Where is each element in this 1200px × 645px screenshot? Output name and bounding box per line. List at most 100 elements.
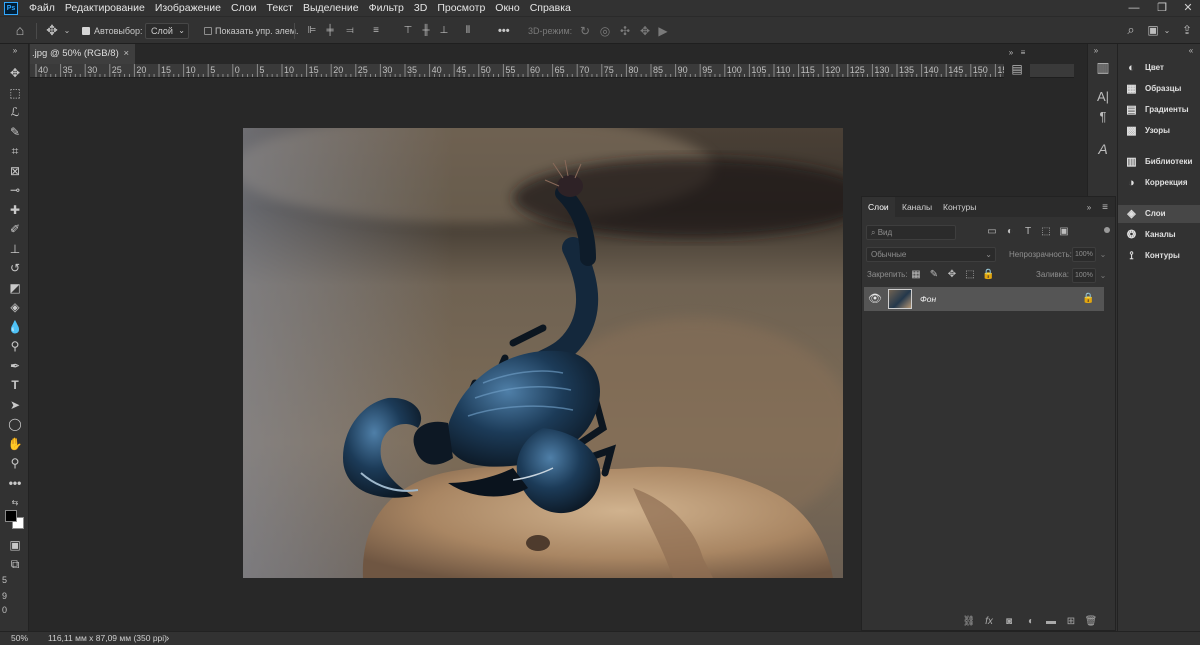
zoom-level[interactable]: 50%: [11, 632, 28, 645]
properties-panel-icon[interactable]: ▤: [1008, 62, 1026, 76]
pen-tool-icon[interactable]: ✒: [5, 357, 25, 375]
collapse-toolbar-icon[interactable]: »: [5, 46, 25, 56]
move-tool-icon[interactable]: ✥: [5, 64, 25, 82]
crop-tool-icon[interactable]: ⌗: [5, 142, 25, 160]
more-tools-icon[interactable]: •••: [5, 474, 25, 492]
align-middle-v-icon[interactable]: ╫: [420, 24, 432, 38]
paint-bucket-icon[interactable]: ◈: [5, 298, 25, 316]
minimize-button[interactable]: —: [1122, 0, 1146, 16]
zoom-tool-icon[interactable]: ⚲: [5, 454, 25, 472]
path-selection-icon[interactable]: ➤: [5, 396, 25, 414]
align-right-icon[interactable]: ⫤: [344, 24, 356, 38]
workspace-icon[interactable]: ▣: [1146, 23, 1160, 37]
filter-shape-icon[interactable]: ⬚: [1040, 225, 1052, 239]
menu-image[interactable]: Изображение: [150, 2, 226, 14]
document-image-scorpion[interactable]: [243, 128, 843, 578]
brush-tool-icon[interactable]: ✐: [5, 220, 25, 238]
search-icon[interactable]: ⌕: [1124, 23, 1138, 37]
fill-input[interactable]: 100%: [1072, 268, 1096, 283]
autoselect-checkbox[interactable]: [82, 27, 90, 35]
document-tab[interactable]: .jpg @ 50% (RGB/8) ×: [30, 44, 135, 64]
filter-smart-object-icon[interactable]: ▣: [1058, 225, 1070, 239]
lock-all-icon[interactable]: 🔒: [982, 268, 994, 282]
move-tool-icon[interactable]: ✥: [44, 23, 60, 37]
blend-mode-dropdown[interactable]: Обычные ⌄: [866, 247, 996, 262]
delete-layer-icon[interactable]: 🗑: [1084, 616, 1098, 628]
layer-filter-dropdown[interactable]: ⌕ Вид: [866, 225, 956, 240]
layer-row-background[interactable]: 👁 Фон 🔒: [864, 287, 1104, 311]
align-left-icon[interactable]: ⊫: [306, 24, 318, 38]
restore-button[interactable]: ❐: [1150, 0, 1174, 16]
status-menu-arrow[interactable]: ›: [166, 632, 169, 645]
chevron-down-icon[interactable]: ⌄: [62, 24, 72, 38]
collapse-panel-icon[interactable]: »: [1084, 201, 1094, 215]
filter-pixel-icon[interactable]: ▭: [986, 225, 998, 239]
hand-tool-icon[interactable]: ✋: [5, 435, 25, 453]
menu-type[interactable]: Текст: [262, 2, 298, 14]
3d-roll-icon[interactable]: ◎: [598, 24, 612, 38]
new-adjustment-icon[interactable]: ◐: [1024, 616, 1038, 628]
menu-view[interactable]: Просмотр: [432, 2, 490, 14]
menu-select[interactable]: Выделение: [298, 2, 364, 14]
character-panel-icon[interactable]: A|: [1094, 90, 1112, 104]
eraser-tool-icon[interactable]: ◩: [5, 279, 25, 297]
menu-file[interactable]: Файл: [24, 2, 60, 14]
link-layers-icon[interactable]: ⛓: [962, 616, 976, 628]
lasso-tool-icon[interactable]: ℒ: [5, 103, 25, 121]
distribute-icon[interactable]: ≡: [370, 24, 382, 38]
paragraph-panel-icon[interactable]: ¶: [1094, 110, 1112, 124]
dodge-tool-icon[interactable]: ⚲: [5, 337, 25, 355]
expand-panels-icon[interactable]: »: [1006, 46, 1016, 60]
close-window-button[interactable]: ✕: [1176, 0, 1200, 16]
panel-paths[interactable]: ⟟ Контуры: [1118, 247, 1200, 265]
glyphs-panel-icon[interactable]: A: [1094, 142, 1112, 156]
visibility-eye-icon[interactable]: 👁: [868, 292, 882, 306]
filter-toggle-icon[interactable]: [1104, 227, 1110, 233]
collapse-dock-icon[interactable]: «: [1184, 44, 1198, 58]
panel-libraries[interactable]: ▥ Библиотеки: [1118, 153, 1200, 171]
marquee-tool-icon[interactable]: ⬚: [5, 84, 25, 102]
show-transform-checkbox[interactable]: [204, 27, 212, 35]
menu-layer[interactable]: Слои: [226, 2, 262, 14]
history-brush-icon[interactable]: ↺: [5, 259, 25, 277]
new-group-icon[interactable]: ▬: [1044, 616, 1058, 628]
filter-type-icon[interactable]: T: [1022, 225, 1034, 239]
chevron-down-icon[interactable]: ⌄: [1162, 24, 1172, 38]
close-tab-icon[interactable]: ×: [123, 44, 129, 64]
type-tool-icon[interactable]: T: [5, 376, 25, 394]
tab-layers[interactable]: Слои: [862, 197, 895, 217]
chevron-down-icon[interactable]: ⌄: [1098, 248, 1108, 262]
tab-paths[interactable]: Контуры: [937, 197, 982, 217]
tab-channels[interactable]: Каналы: [896, 197, 938, 217]
new-layer-icon[interactable]: ⊞: [1064, 616, 1078, 628]
screen-mode-icon[interactable]: ⧉: [5, 555, 25, 573]
3d-camera-icon[interactable]: ▶: [656, 24, 670, 38]
home-icon[interactable]: ⌂: [12, 23, 28, 37]
lock-position-icon[interactable]: ✥: [946, 268, 958, 282]
panel-menu-icon[interactable]: ≡: [1100, 201, 1110, 215]
layer-style-icon[interactable]: fx: [982, 616, 996, 628]
panel-color[interactable]: ◐ Цвет: [1118, 59, 1200, 77]
panel-patterns[interactable]: ▩ Узоры: [1118, 122, 1200, 140]
distribute-vertical-icon[interactable]: ⦀: [462, 24, 474, 38]
panel-adjustments[interactable]: ◑ Коррекция: [1118, 174, 1200, 192]
menu-edit[interactable]: Редактирование: [60, 2, 150, 14]
clone-stamp-icon[interactable]: ⊥: [5, 240, 25, 258]
3d-pan-icon[interactable]: ✣: [618, 24, 632, 38]
healing-brush-icon[interactable]: ✚: [5, 201, 25, 219]
panel-gradients[interactable]: ▤ Градиенты: [1118, 101, 1200, 119]
panel-swatches[interactable]: ▦ Образцы: [1118, 80, 1200, 98]
share-icon[interactable]: ⇪: [1180, 23, 1194, 37]
align-top-icon[interactable]: ⊤: [402, 24, 414, 38]
3d-orbit-icon[interactable]: ↻: [578, 24, 592, 38]
menu-window[interactable]: Окно: [490, 2, 524, 14]
quick-selection-icon[interactable]: ✎: [5, 123, 25, 141]
ellipse-tool-icon[interactable]: ◯: [5, 415, 25, 433]
brush-settings-icon[interactable]: ▥: [1094, 60, 1112, 74]
autoselect-dropdown[interactable]: Слой ⌄: [145, 23, 189, 39]
expand-panels-icon[interactable]: »: [1090, 44, 1102, 58]
menu-3d[interactable]: 3D: [409, 2, 432, 14]
frame-tool-icon[interactable]: ⊠: [5, 162, 25, 180]
quick-mask-icon[interactable]: ▣: [5, 536, 25, 554]
add-mask-icon[interactable]: ◙: [1002, 616, 1016, 628]
